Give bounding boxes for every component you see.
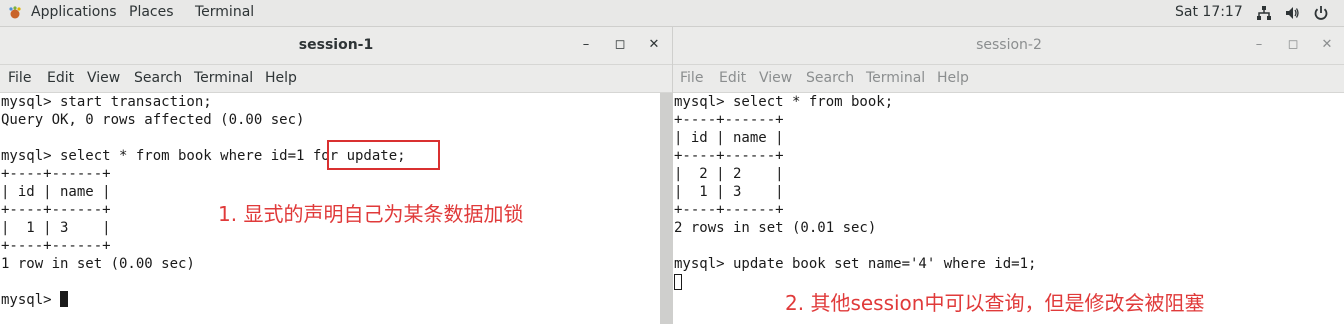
menu-bar: File Edit View Search Terminal Help xyxy=(0,65,672,93)
terminal-line: | id | name | xyxy=(1,184,111,200)
menu-search[interactable]: Search xyxy=(134,70,182,86)
network-icon[interactable] xyxy=(1256,5,1272,21)
menu-file[interactable]: File xyxy=(680,70,703,86)
menu-view[interactable]: View xyxy=(759,70,792,86)
menu-bar: File Edit View Search Terminal Help xyxy=(673,65,1344,93)
menu-search[interactable]: Search xyxy=(806,70,854,86)
close-button[interactable]: ✕ xyxy=(1319,37,1335,53)
menu-help[interactable]: Help xyxy=(937,70,969,86)
terminal-line: | id | name | xyxy=(674,130,784,146)
menu-view[interactable]: View xyxy=(87,70,120,86)
terminal-line: 1 row in set (0.00 sec) xyxy=(1,256,195,272)
terminal-line: mysql> update book set name='4' where id… xyxy=(674,256,1037,272)
terminal-line: mysql> select * from book; xyxy=(674,94,894,110)
terminal-line: +----+------+ xyxy=(1,166,111,182)
terminal-app-menu[interactable]: Terminal xyxy=(195,4,254,20)
terminal-line: +----+------+ xyxy=(674,112,784,128)
terminal-line: +----+------+ xyxy=(674,148,784,164)
annotation-1: 1. 显式的声明自己为某条数据加锁 xyxy=(218,202,524,226)
clock[interactable]: Sat 17:17 xyxy=(1175,4,1243,20)
minimize-button[interactable]: – xyxy=(578,37,594,53)
terminal-cursor xyxy=(674,274,682,290)
menu-edit[interactable]: Edit xyxy=(47,70,74,86)
terminal-cursor xyxy=(60,291,69,307)
window-title: session-2 xyxy=(976,37,1042,53)
terminal-line: +----+------+ xyxy=(1,202,111,218)
menu-terminal[interactable]: Terminal xyxy=(866,70,925,86)
menu-terminal[interactable]: Terminal xyxy=(194,70,253,86)
menu-file[interactable]: File xyxy=(8,70,31,86)
terminal-window-session-2[interactable]: session-2 – ◻ ✕ File Edit View Search Te… xyxy=(672,27,1344,324)
maximize-button[interactable]: ◻ xyxy=(1285,37,1301,53)
volume-icon[interactable] xyxy=(1284,5,1300,21)
window-titlebar[interactable]: session-1 – ◻ ✕ xyxy=(0,27,672,65)
maximize-button[interactable]: ◻ xyxy=(612,37,628,53)
close-button[interactable]: ✕ xyxy=(646,37,662,53)
scrollbar[interactable] xyxy=(660,93,672,324)
window-titlebar[interactable]: session-2 – ◻ ✕ xyxy=(673,27,1344,65)
menu-edit[interactable]: Edit xyxy=(719,70,746,86)
terminal-line: | 2 | 2 | xyxy=(674,166,784,182)
terminal-line: +----+------+ xyxy=(674,202,784,218)
minimize-button[interactable]: – xyxy=(1251,37,1267,53)
power-icon[interactable] xyxy=(1313,5,1329,21)
top-bar: Applications Places Terminal Sat 17:17 xyxy=(0,0,1344,27)
window-title: session-1 xyxy=(298,37,374,53)
prompt-text: mysql> xyxy=(1,292,61,308)
menu-help[interactable]: Help xyxy=(265,70,297,86)
applications-menu[interactable]: Applications xyxy=(31,4,117,20)
terminal-line: | 1 | 3 | xyxy=(674,184,784,200)
highlight-box xyxy=(327,140,440,170)
gnome-foot-icon xyxy=(9,6,21,19)
terminal-line: 2 rows in set (0.01 sec) xyxy=(674,220,877,236)
terminal-line: | 1 | 3 | xyxy=(1,220,111,236)
terminal-line: Query OK, 0 rows affected (0.00 sec) xyxy=(1,112,305,128)
terminal-window-session-1[interactable]: session-1 – ◻ ✕ File Edit View Search Te… xyxy=(0,27,672,324)
terminal-line: +----+------+ xyxy=(1,238,111,254)
annotation-2: 2. 其他session中可以查询，但是修改会被阻塞 xyxy=(785,291,1205,315)
terminal-line: mysql> start transaction; xyxy=(1,94,212,110)
places-menu[interactable]: Places xyxy=(129,4,174,20)
terminal-prompt-line: mysql> xyxy=(1,291,69,309)
